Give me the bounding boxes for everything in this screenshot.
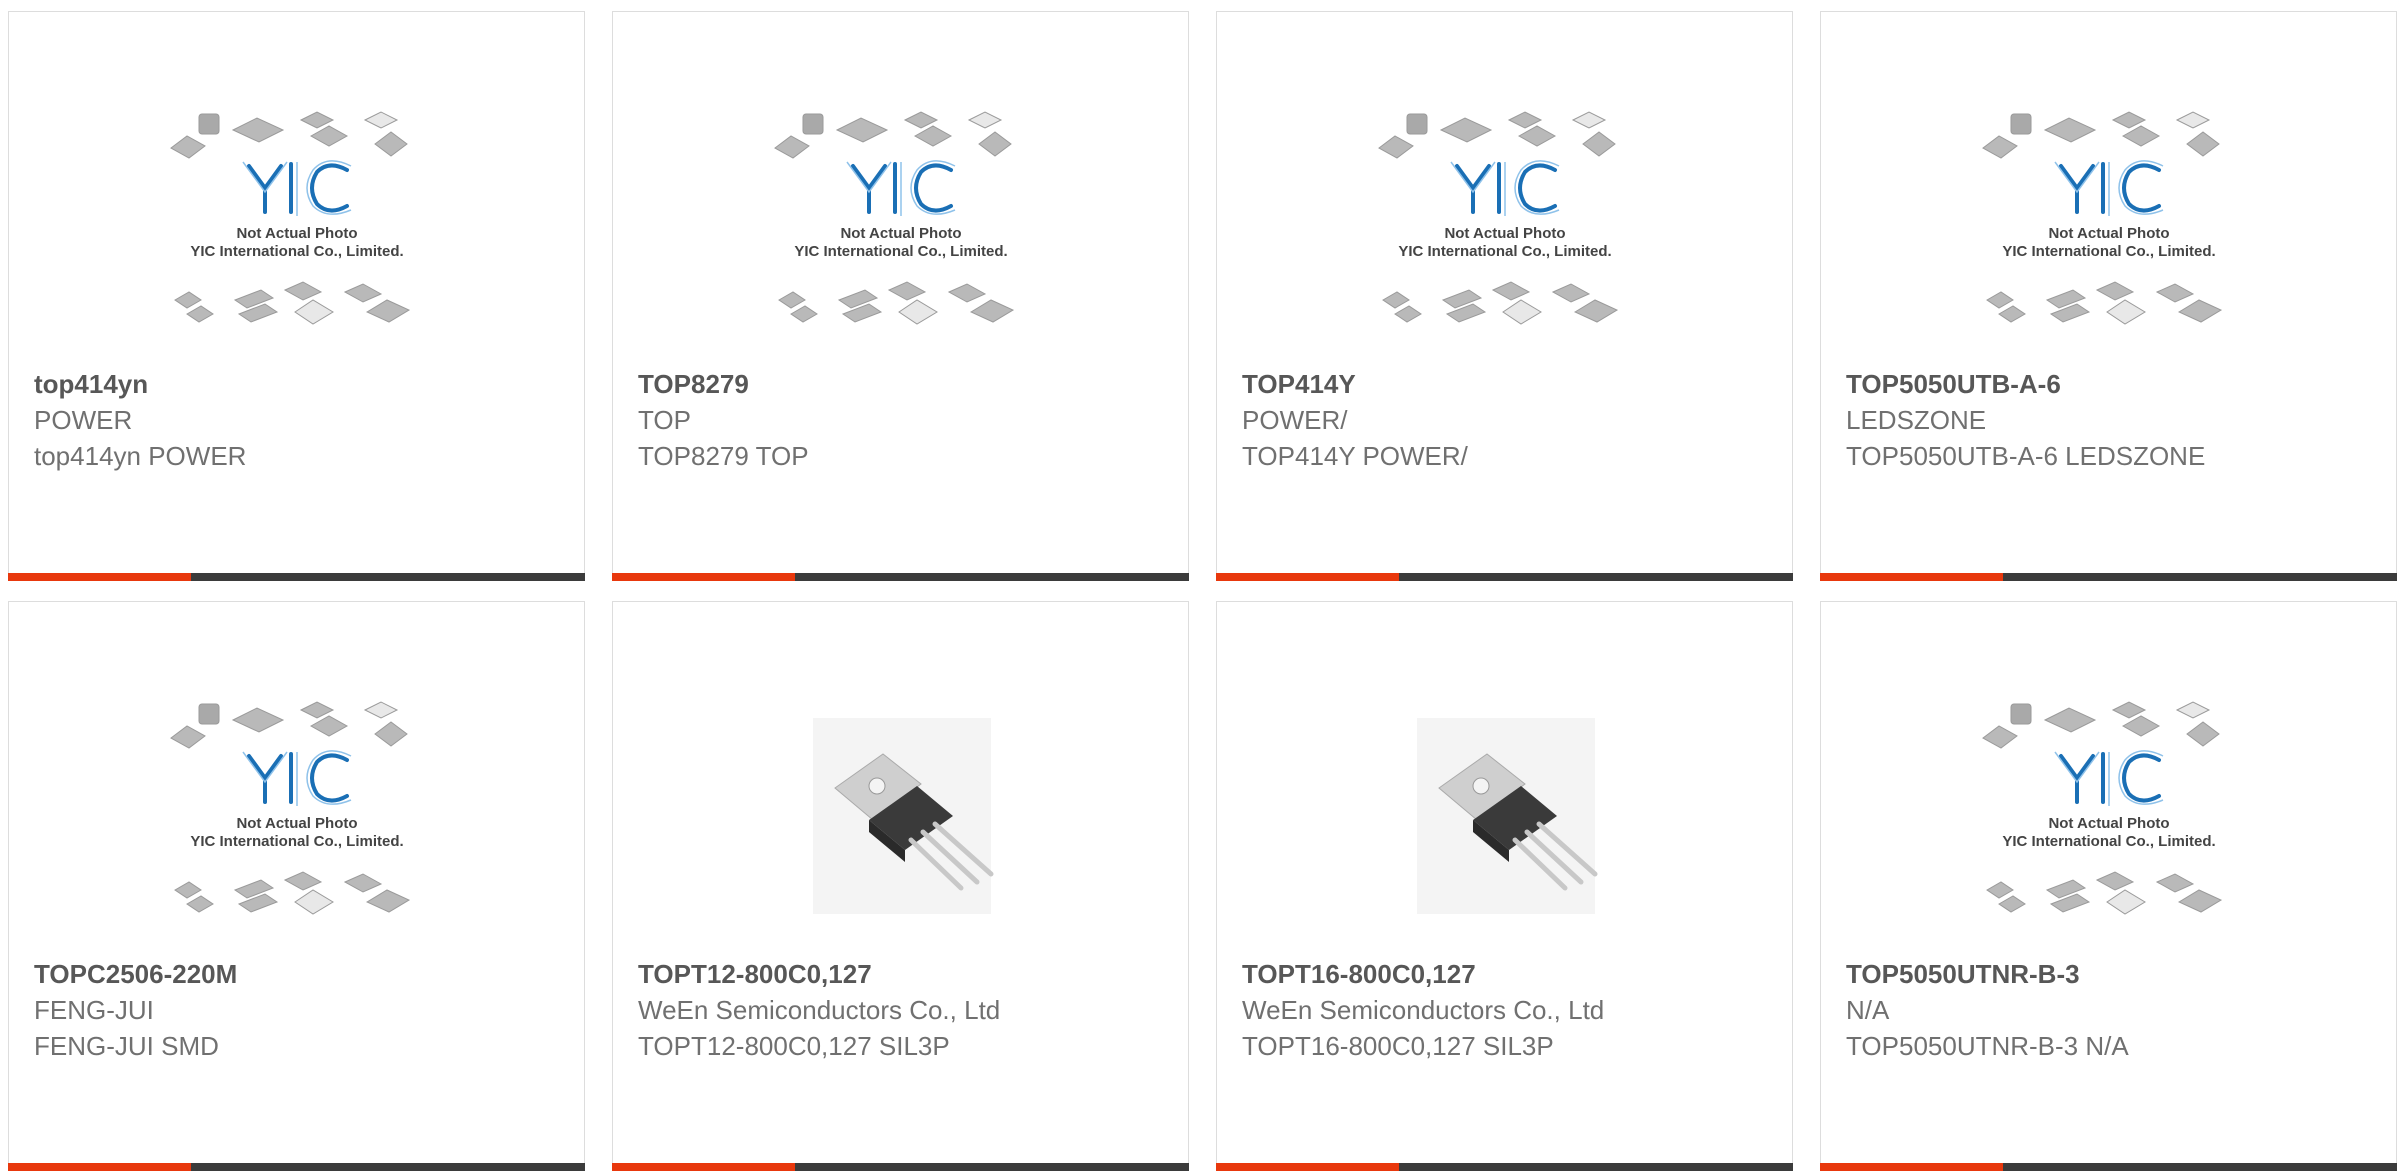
accent-stripe: [1820, 1163, 2003, 1171]
product-photo[interactable]: [1369, 690, 1642, 950]
product-card[interactable]: Not Actual Photo YIC International Co., …: [1216, 11, 1793, 581]
product-card[interactable]: TOPT16-800C0,127 WeEn Semiconductors Co.,…: [1216, 601, 1793, 1171]
photo-caption-2: YIC International Co., Limited.: [794, 243, 1007, 260]
part-number-link[interactable]: top414yn: [34, 366, 574, 402]
part-number-link[interactable]: TOPT16-800C0,127: [1242, 956, 1782, 992]
accent-stripe: [8, 1163, 191, 1171]
product-info: top414yn POWER top414yn POWER: [34, 366, 574, 474]
manufacturer: N/A: [1846, 995, 1890, 1025]
placeholder-photo[interactable]: Not Actual Photo YIC International Co., …: [1369, 100, 1642, 360]
photo-caption-2: YIC International Co., Limited.: [1398, 243, 1611, 260]
card-footer-bar: [1216, 1163, 1793, 1171]
product-info: TOP5050UTB-A-6 LEDSZONE TOP5050UTB-A-6 LED…: [1846, 366, 2386, 474]
manufacturer: POWER: [34, 405, 133, 435]
description: TOPT12-800C0,127 SIL3P: [638, 1031, 950, 1061]
card-footer-bar: [1820, 573, 2397, 581]
manufacturer: WeEn Semiconductors Co., Ltd: [1242, 995, 1605, 1025]
part-number-link[interactable]: TOP414Y: [1242, 366, 1782, 402]
manufacturer: WeEn Semiconductors Co., Ltd: [638, 995, 1001, 1025]
card-footer-bar: [8, 1163, 585, 1171]
part-number-link[interactable]: TOPT12-800C0,127: [638, 956, 1178, 992]
card-footer-bar: [1216, 573, 1793, 581]
card-footer-bar: [612, 1163, 1189, 1171]
description: TOP5050UTB-A-6 LEDSZONE: [1846, 441, 2206, 471]
description: FENG-JUI SMD: [34, 1031, 219, 1061]
description: TOP8279 TOP: [638, 441, 809, 471]
product-photo[interactable]: [765, 690, 1038, 950]
product-info: TOPC2506-220M FENG-JUI FENG-JUI SMD: [34, 956, 574, 1064]
manufacturer: TOP: [638, 405, 691, 435]
product-info: TOP5050UTNR-B-3 N/A TOP5050UTNR-B-3 N/A: [1846, 956, 2386, 1064]
description: TOPT16-800C0,127 SIL3P: [1242, 1031, 1554, 1061]
part-number-link[interactable]: TOP8279: [638, 366, 1178, 402]
accent-stripe: [1216, 573, 1399, 581]
part-number-link[interactable]: TOP5050UTB-A-6: [1846, 366, 2386, 402]
accent-stripe: [612, 573, 795, 581]
manufacturer: POWER/: [1242, 405, 1348, 435]
accent-stripe: [8, 573, 191, 581]
manufacturer: FENG-JUI: [34, 995, 154, 1025]
product-card[interactable]: Not Actual Photo YIC International Co., …: [612, 11, 1189, 581]
placeholder-photo[interactable]: Not Actual Photo YIC International Co., …: [161, 690, 434, 950]
placeholder-photo[interactable]: Not Actual Photo YIC International Co., …: [161, 100, 434, 360]
accent-stripe: [1216, 1163, 1399, 1171]
placeholder-photo[interactable]: Not Actual Photo YIC International Co., …: [765, 100, 1038, 360]
product-card[interactable]: Not Actual Photo YIC International Co., …: [1820, 601, 2397, 1171]
photo-caption-1: Not Actual Photo: [1444, 225, 1565, 242]
product-card[interactable]: TOPT12-800C0,127 WeEn Semiconductors Co.,…: [612, 601, 1189, 1171]
photo-caption-1: Not Actual Photo: [236, 815, 357, 832]
product-info: TOP414Y POWER/TOP414Y POWER/: [1242, 366, 1782, 474]
photo-caption-2: YIC International Co., Limited.: [2002, 243, 2215, 260]
placeholder-photo[interactable]: Not Actual Photo YIC International Co., …: [1973, 690, 2246, 950]
card-footer-bar: [612, 573, 1189, 581]
photo-caption-1: Not Actual Photo: [2048, 225, 2169, 242]
description: TOP414Y POWER/: [1242, 441, 1468, 471]
photo-caption-2: YIC International Co., Limited.: [190, 833, 403, 850]
product-info: TOPT16-800C0,127 WeEn Semiconductors Co.,…: [1242, 956, 1782, 1064]
photo-caption-2: YIC International Co., Limited.: [190, 243, 403, 260]
photo-caption-1: Not Actual Photo: [2048, 815, 2169, 832]
card-footer-bar: [8, 573, 585, 581]
card-footer-bar: [1820, 1163, 2397, 1171]
product-card[interactable]: Not Actual Photo YIC International Co., …: [1820, 11, 2397, 581]
photo-caption-2: YIC International Co., Limited.: [2002, 833, 2215, 850]
description: TOP5050UTNR-B-3 N/A: [1846, 1031, 2129, 1061]
product-card[interactable]: Not Actual Photo YIC International Co., …: [8, 11, 585, 581]
accent-stripe: [1820, 573, 2003, 581]
product-card[interactable]: Not Actual Photo YIC International Co., …: [8, 601, 585, 1171]
photo-caption-1: Not Actual Photo: [840, 225, 961, 242]
product-info: TOP8279 TOP TOP8279 TOP: [638, 366, 1178, 474]
product-info: TOPT12-800C0,127 WeEn Semiconductors Co.,…: [638, 956, 1178, 1064]
manufacturer: LEDSZONE: [1846, 405, 1987, 435]
part-number-link[interactable]: TOPC2506-220M: [34, 956, 574, 992]
accent-stripe: [612, 1163, 795, 1171]
placeholder-photo[interactable]: Not Actual Photo YIC International Co., …: [1973, 100, 2246, 360]
description: top414yn POWER: [34, 441, 247, 471]
photo-caption-1: Not Actual Photo: [236, 225, 357, 242]
part-number-link[interactable]: TOP5050UTNR-B-3: [1846, 956, 2386, 992]
product-grid: Not Actual Photo YIC International Co., …: [0, 0, 2400, 1171]
